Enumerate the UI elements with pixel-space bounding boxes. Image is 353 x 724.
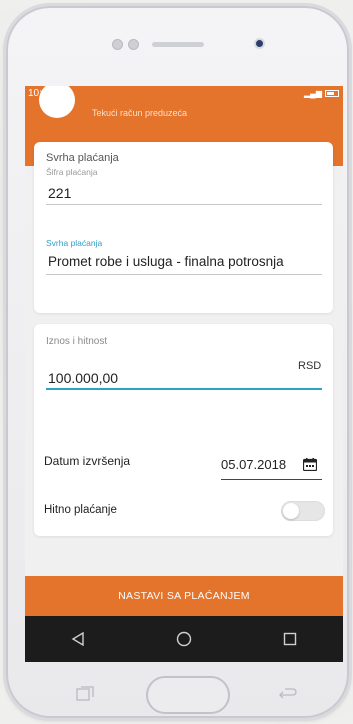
urgent-payment-toggle[interactable] <box>281 501 325 521</box>
battery-icon <box>325 90 339 97</box>
payment-code-underline <box>46 204 322 205</box>
hardware-home-button[interactable] <box>146 676 230 714</box>
sensor-dot <box>112 39 123 50</box>
execution-date-label: Datum izvršenja <box>44 454 131 468</box>
toggle-knob <box>283 503 299 519</box>
payment-code-field[interactable]: 221 <box>48 185 71 201</box>
front-camera <box>254 38 265 49</box>
purpose-field-label: Svrha plaćanja <box>46 238 103 248</box>
hardware-recents-icon[interactable] <box>76 686 94 702</box>
amount-field[interactable]: 100.000,00 <box>48 370 118 386</box>
amount-card: Iznos i hitnost RSD 100.000,00 Datum izv… <box>34 324 333 536</box>
sensor-dot <box>128 39 139 50</box>
phone-bottom-buttons <box>6 676 349 716</box>
urgent-payment-label: Hitno plaćanje <box>44 504 117 516</box>
amount-section-title: Iznos i hitnost <box>46 336 108 347</box>
amount-underline <box>46 388 322 390</box>
app-screen: 10:10 ▂▄▆ Tekući račun preduzeća Svrha p… <box>25 86 343 662</box>
earpiece-speaker <box>152 42 204 47</box>
account-subtitle: Tekući račun preduzeća <box>92 108 188 118</box>
home-icon[interactable] <box>176 631 192 647</box>
android-navbar <box>25 616 343 662</box>
purpose-section-title: Svrha plaćanja <box>46 152 119 164</box>
calendar-icon[interactable] <box>303 458 317 471</box>
phone-frame: 10:10 ▂▄▆ Tekući račun preduzeća Svrha p… <box>6 6 349 718</box>
back-icon[interactable] <box>71 632 85 646</box>
status-icons: ▂▄▆ <box>304 89 339 98</box>
purpose-card: Svrha plaćanja Šifra plaćanja 221 Svrha … <box>34 142 333 313</box>
date-underline <box>221 479 322 480</box>
signal-icon: ▂▄▆ <box>304 89 322 98</box>
account-avatar <box>39 86 75 118</box>
continue-payment-button[interactable]: NASTAVI SA PLAĆANJEM <box>25 576 343 616</box>
execution-date-field[interactable]: 05.07.2018 <box>221 457 286 472</box>
purpose-underline <box>46 274 322 275</box>
payment-code-label: Šifra plaćanja <box>46 167 98 177</box>
recents-icon[interactable] <box>283 632 297 646</box>
currency-label: RSD <box>298 360 322 372</box>
hardware-back-icon[interactable] <box>278 688 298 700</box>
purpose-field[interactable]: Promet robe i usluga - finalna potrosnja <box>48 254 284 269</box>
phone-top-sensors <box>6 38 349 50</box>
